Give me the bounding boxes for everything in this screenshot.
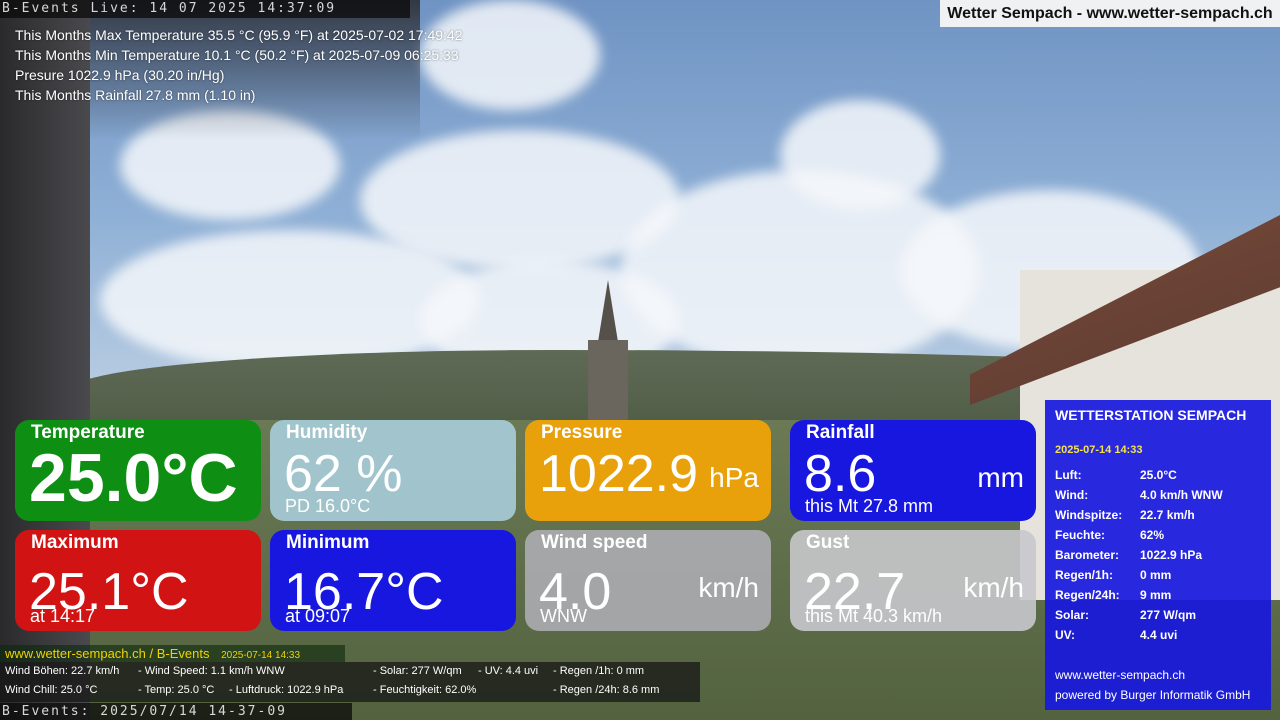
temperature-tile: Temperature 25.0°C	[15, 420, 261, 521]
wind-direction: WNW	[540, 606, 587, 626]
row-value: 25.0°C	[1140, 468, 1177, 482]
gust-tile: Gust 22.7 km/h this Mt 40.3 km/h	[790, 530, 1036, 631]
tile-title: Wind speed	[541, 532, 648, 553]
rainfall-tile: Rainfall 8.6 mm this Mt 27.8 mm	[790, 420, 1036, 521]
row-label: Barometer:	[1055, 548, 1120, 562]
stat-rainfall: This Months Rainfall 27.8 mm (1.10 in)	[15, 87, 256, 103]
live-timestamp: B-Events Live: 14 07 2025 14:37:09	[0, 0, 410, 18]
pressure-value: 1022.9	[539, 445, 699, 503]
site-banner: Wetter Sempach - www.wetter-sempach.ch	[940, 0, 1280, 27]
ticker-wind-gust: Wind Böhen: 22.7 km/h	[5, 665, 120, 677]
row-label: Wind:	[1055, 488, 1089, 502]
wind-speed-tile: Wind speed 4.0 km/h WNW	[525, 530, 771, 631]
tile-title: Rainfall	[806, 422, 875, 443]
ticker-solar: - Solar: 277 W/qm	[373, 665, 462, 677]
minimum-time: at 09:07	[285, 606, 351, 626]
station-panel: WETTERSTATION SEMPACH 2025-07-14 14:33 L…	[1045, 400, 1271, 710]
station-credit: powered by Burger Informatik GmbH	[1055, 688, 1251, 702]
humidity-tile: Humidity 62 % PD 16.0°C	[270, 420, 516, 521]
monthly-stats: This Months Max Temperature 35.5 °C (95.…	[15, 25, 463, 105]
row-value: 4.0 km/h WNW	[1140, 488, 1223, 502]
maximum-time: at 14:17	[30, 606, 96, 626]
minimum-tile: Minimum 16.7°C at 09:07	[270, 530, 516, 631]
stat-min-temperature: This Months Min Temperature 10.1 °C (50.…	[15, 47, 459, 63]
station-url: www.wetter-sempach.ch	[1055, 668, 1186, 682]
ticker-wind-chill: Wind Chill: 25.0 °C	[5, 684, 98, 696]
rainfall-month: this Mt 27.8 mm	[805, 496, 934, 516]
ticker-header: www.wetter-sempach.ch / B-Events 2025-07…	[0, 645, 345, 662]
ticker-site: www.wetter-sempach.ch / B-Events	[5, 646, 210, 661]
wind-speed-unit: km/h	[698, 572, 759, 603]
tile-title: Pressure	[541, 422, 623, 443]
row-value: 9 mm	[1140, 588, 1172, 602]
station-datetime: 2025-07-14 14:33	[1055, 444, 1143, 456]
rainfall-unit: mm	[977, 462, 1024, 493]
pressure-unit: hPa	[709, 462, 759, 493]
row-value: 277 W/qm	[1140, 608, 1197, 622]
row-label: UV:	[1055, 628, 1076, 642]
row-value: 0 mm	[1140, 568, 1172, 582]
row-value: 4.4 uvi	[1140, 628, 1178, 642]
row-label: Solar:	[1055, 608, 1090, 622]
maximum-tile: Maximum 25.1°C at 14:17	[15, 530, 261, 631]
row-label: Feuchte:	[1055, 528, 1106, 542]
row-value: 1022.9 hPa	[1140, 548, 1203, 562]
row-value: 22.7 km/h	[1140, 508, 1195, 522]
rainfall-value: 8.6	[804, 445, 877, 503]
ticker-rain-1h: - Regen /1h: 0 mm	[553, 665, 645, 677]
pressure-tile: Pressure 1022.9 hPa	[525, 420, 771, 521]
ticker-pressure: - Luftdruck: 1022.9 hPa	[229, 684, 344, 696]
ticker-uv: - UV: 4.4 uvi	[478, 665, 539, 677]
bottom-timestamp: B-Events: 2025/07/14 14-37-09	[0, 703, 352, 720]
gust-month: this Mt 40.3 km/h	[805, 606, 943, 626]
tile-title: Gust	[806, 532, 850, 553]
row-label: Regen/24h:	[1055, 588, 1120, 602]
stat-max-temperature: This Months Max Temperature 35.5 °C (95.…	[15, 27, 463, 43]
ticker-wind-speed: - Wind Speed: 1.1 km/h WNW	[138, 665, 285, 677]
ticker-temp: - Temp: 25.0 °C	[138, 684, 215, 696]
stat-pressure: Presure 1022.9 hPa (30.20 in/Hg)	[15, 67, 225, 83]
ticker-rain-24h: - Regen /24h: 8.6 mm	[553, 684, 660, 696]
tile-title: Maximum	[31, 532, 119, 553]
dew-point: PD 16.0°C	[285, 496, 371, 516]
row-value: 62%	[1140, 528, 1165, 542]
row-label: Windspitze:	[1055, 508, 1123, 522]
temperature-value: 25.0°C	[29, 440, 238, 516]
row-label: Regen/1h:	[1055, 568, 1114, 582]
station-title: WETTERSTATION SEMPACH	[1055, 407, 1247, 423]
gust-unit: km/h	[963, 572, 1024, 603]
ticker-date: 2025-07-14 14:33	[221, 650, 301, 661]
ticker-humidity: - Feuchtigkeit: 62.0%	[373, 684, 477, 696]
ticker: Wind Böhen: 22.7 km/h - Wind Speed: 1.1 …	[0, 662, 700, 702]
row-label: Luft:	[1055, 468, 1082, 482]
tile-title: Humidity	[286, 422, 368, 443]
tile-title: Minimum	[286, 532, 370, 553]
humidity-value: 62 %	[284, 445, 403, 503]
